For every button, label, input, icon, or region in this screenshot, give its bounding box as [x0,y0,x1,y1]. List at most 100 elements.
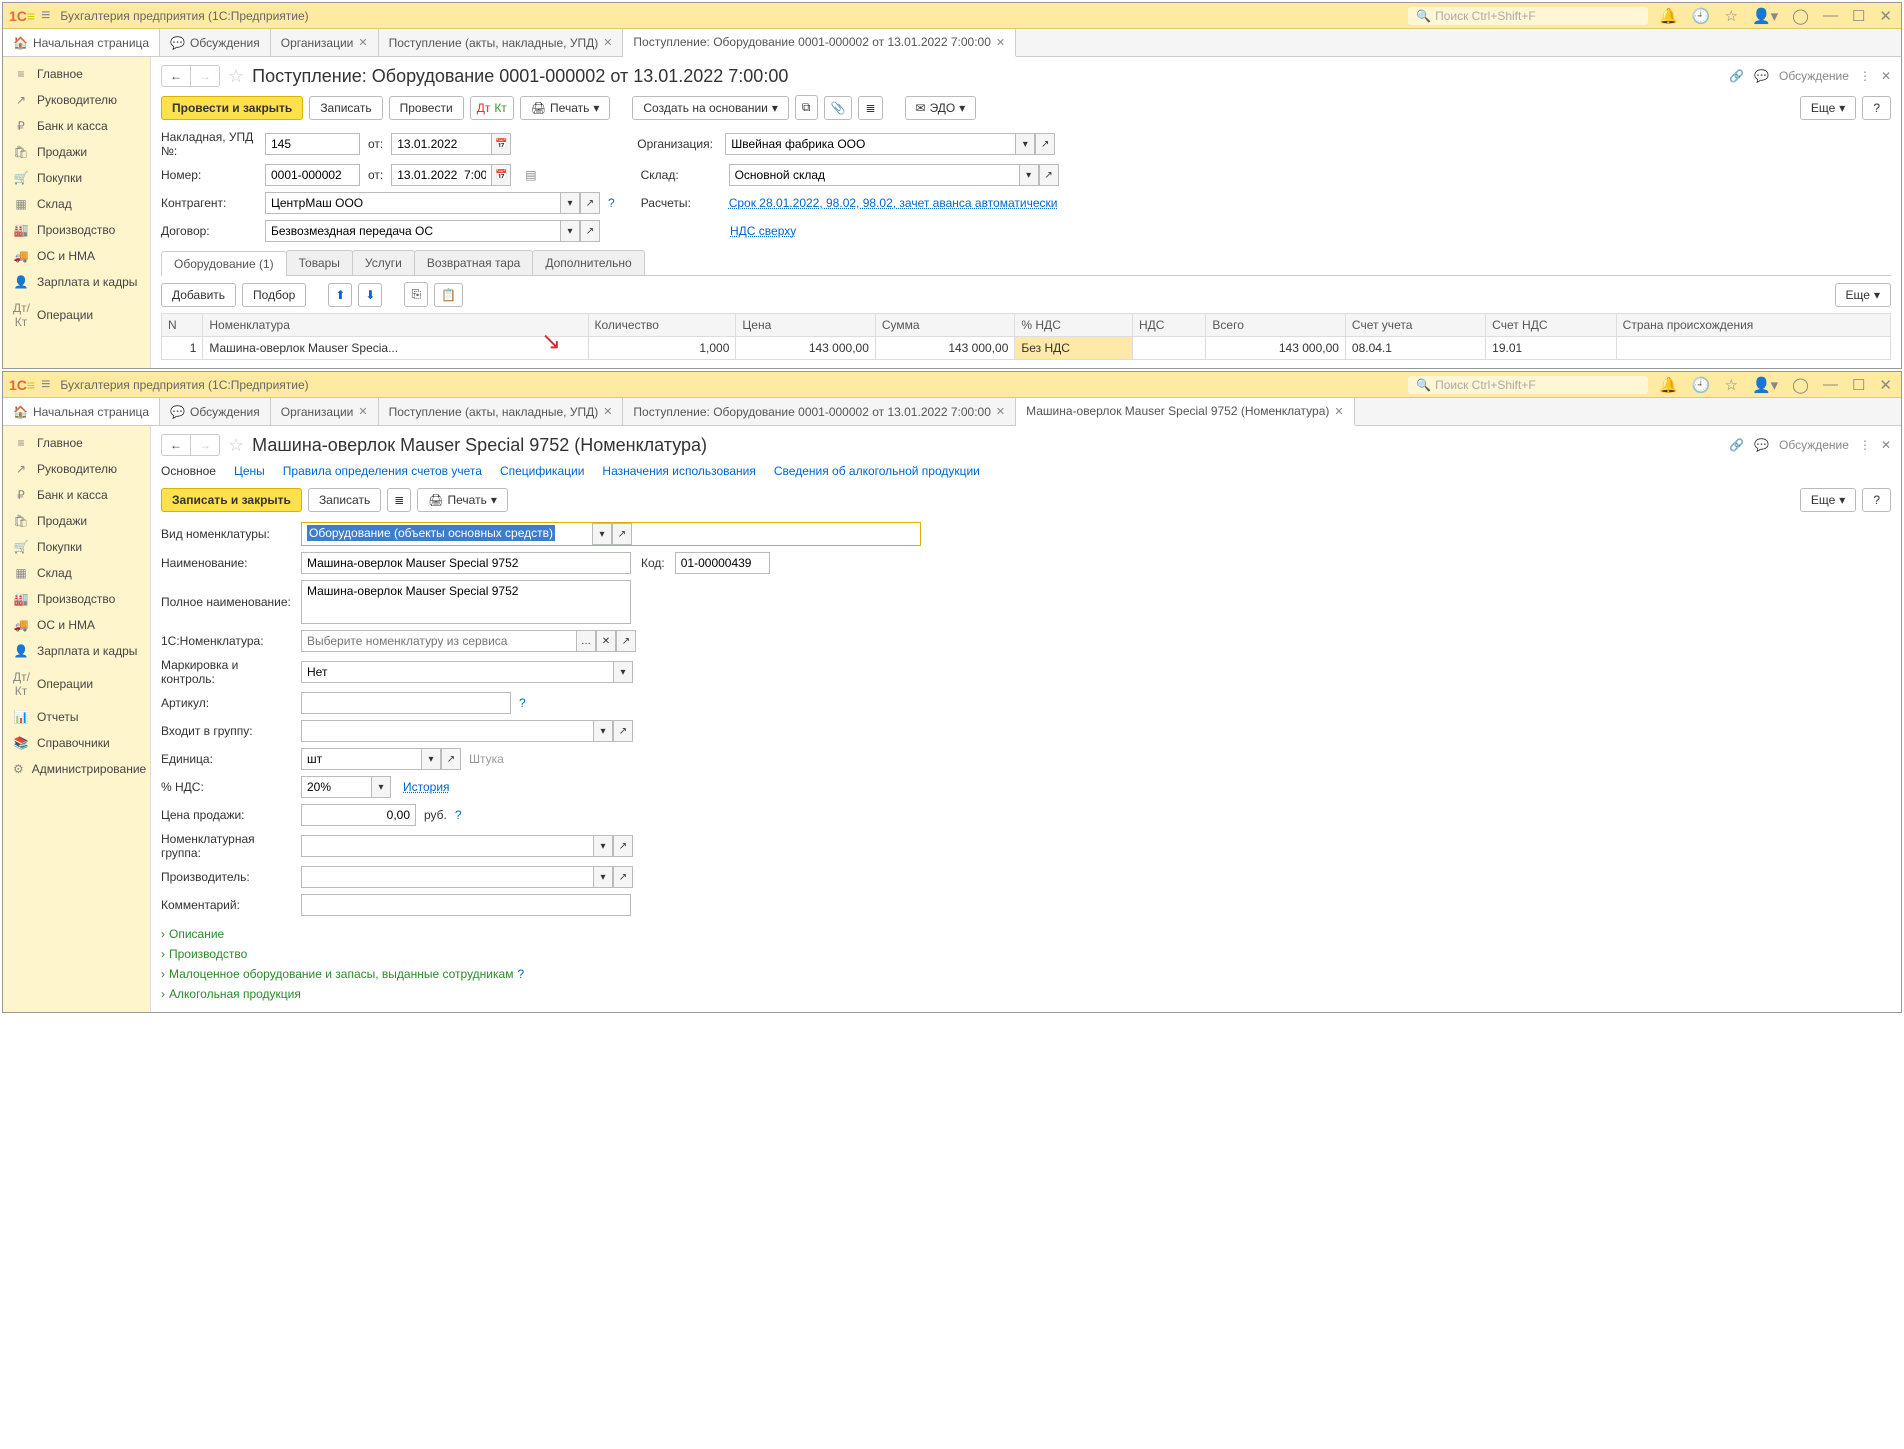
dropdown-icon[interactable]: ▾ [1019,164,1039,186]
list-button[interactable]: ≣ [387,488,411,512]
help-icon[interactable]: ? [517,967,524,981]
maximize-icon[interactable]: ☐ [1849,7,1868,25]
col-qty[interactable]: Количество [588,314,736,337]
invoice-date-input[interactable] [391,133,491,155]
pick-button[interactable]: Подбор [242,283,306,307]
more-button[interactable]: Еще ▾ [1800,96,1856,120]
help-button[interactable]: ? [1862,488,1891,512]
side-bank[interactable]: ₽Банк и касса [3,113,150,139]
gear-icon[interactable]: ◯ [1789,376,1812,394]
attach-button[interactable]: 📎 [824,96,853,120]
close-tab-icon[interactable]: ✕ [603,36,612,49]
warehouse-input[interactable] [729,164,1019,186]
open-icon[interactable]: ↗ [580,192,600,214]
search-box[interactable]: 🔍 Поиск Ctrl+Shift+F [1408,7,1648,25]
discuss-icon[interactable]: 💬 [1754,69,1769,83]
side-assets[interactable]: 🚚ОС и НМА [3,612,150,638]
side-main[interactable]: ≡Главное [3,61,150,87]
fullname-input[interactable] [301,580,631,624]
close-tab-icon[interactable]: ✕ [358,36,367,49]
manuf-input[interactable] [301,866,593,888]
dropdown-icon[interactable]: ▾ [613,661,633,683]
history-icon[interactable]: 🕘 [1689,7,1714,25]
col-price[interactable]: Цена [736,314,876,337]
form-icon[interactable]: ▤ [525,168,536,182]
user-icon[interactable]: 👤▾ [1749,376,1781,394]
help-icon[interactable]: ? [608,196,615,210]
col-nomen[interactable]: Номенклатура [203,314,588,337]
pick-icon[interactable]: … [576,630,596,652]
kebab-icon[interactable]: ⋮ [1859,69,1871,83]
help-button[interactable]: ? [1862,96,1891,120]
open-icon[interactable]: ↗ [441,748,461,770]
table-row[interactable]: 1 Машина-оверлок Mauser Specia... 1,000 … [162,337,1891,360]
save-button[interactable]: Записать [308,488,381,512]
save-close-button[interactable]: Записать и закрыть [161,488,302,512]
tab-organizations[interactable]: Организации✕ [271,29,379,56]
structure-button[interactable]: ⧉ [795,95,818,120]
menu-icon[interactable]: ≡ [41,7,50,25]
side-sales[interactable]: 🛍Продажи [3,139,150,165]
org-input[interactable] [725,133,1015,155]
dropdown-icon[interactable]: ▾ [371,776,391,798]
unit-input[interactable] [301,748,421,770]
create-basis-button[interactable]: Создать на основании ▾ [632,96,789,120]
open-icon[interactable]: ↗ [1035,133,1055,155]
open-icon[interactable]: ↗ [613,866,633,888]
move-up-button[interactable]: ⬆ [328,283,352,307]
discuss-icon[interactable]: 💬 [1754,438,1769,452]
clear-icon[interactable]: ✕ [596,630,616,652]
tab-home[interactable]: 🏠Начальная страница [3,29,160,56]
close-icon[interactable]: ✕ [1876,376,1895,394]
side-production[interactable]: 🏭Производство [3,217,150,243]
user-icon[interactable]: 👤▾ [1749,7,1781,25]
print-button[interactable]: 🖨 Печать ▾ [520,96,611,120]
col-vacc[interactable]: Счет НДС [1486,314,1617,337]
bell-icon[interactable]: 🔔 [1656,7,1681,25]
link-acct-rules[interactable]: Правила определения счетов учета [283,464,482,478]
dropdown-icon[interactable]: ▾ [560,192,580,214]
collapse-production[interactable]: ›Производство [161,944,1891,964]
tab-receipt-list[interactable]: Поступление (акты, накладные, УПД)✕ [379,398,624,425]
list-button[interactable]: ≣ [858,96,882,120]
code-input[interactable] [675,552,770,574]
side-purchases[interactable]: 🛒Покупки [3,165,150,191]
kind-input[interactable]: Оборудование (объекты основных средств) [302,523,592,545]
tab-nomen[interactable]: Машина-оверлок Mauser Special 9752 (Номе… [1016,398,1355,426]
subtab-returnable[interactable]: Возвратная тара [414,250,534,275]
print-button[interactable]: 🖨 Печать ▾ [417,488,508,512]
discuss-label[interactable]: Обсуждение [1779,69,1849,83]
calc-link[interactable]: Срок 28.01.2022, 98.02, 98.02, зачет ава… [729,196,1058,210]
calendar-icon[interactable]: 📅 [491,133,511,155]
comment-input[interactable] [301,894,631,916]
vat-link[interactable]: НДС сверху [730,224,796,238]
col-country[interactable]: Страна происхождения [1616,314,1890,337]
open-icon[interactable]: ↗ [613,720,633,742]
collapse-low-value[interactable]: ›Малоценное оборудование и запасы, выдан… [161,964,1891,984]
col-vatpct[interactable]: % НДС [1015,314,1133,337]
calendar-icon[interactable]: 📅 [491,164,511,186]
star-icon[interactable]: ☆ [1722,7,1741,25]
side-admin[interactable]: ⚙Администрирование [3,756,150,782]
forward-button[interactable]: → [191,435,219,455]
side-warehouse[interactable]: ▦Склад [3,560,150,586]
number-input[interactable] [265,164,360,186]
side-manager[interactable]: ↗Руководителю [3,456,150,482]
open-icon[interactable]: ↗ [613,835,633,857]
close-icon[interactable]: ✕ [1876,7,1895,25]
history-link[interactable]: История [403,780,450,794]
contract-input[interactable] [265,220,560,242]
link-usage[interactable]: Назначения использования [602,464,755,478]
close-tab-icon[interactable]: ✕ [996,36,1005,49]
bell-icon[interactable]: 🔔 [1656,376,1681,394]
side-payroll[interactable]: 👤Зарплата и кадры [3,638,150,664]
counterparty-input[interactable] [265,192,560,214]
price-input[interactable] [301,804,416,826]
side-purchases[interactable]: 🛒Покупки [3,534,150,560]
group-input[interactable] [301,720,593,742]
col-n[interactable]: N [162,314,203,337]
link-specs[interactable]: Спецификации [500,464,584,478]
art-input[interactable] [301,692,511,714]
ngroup-input[interactable] [301,835,593,857]
close-doc-icon[interactable]: ✕ [1881,438,1891,452]
